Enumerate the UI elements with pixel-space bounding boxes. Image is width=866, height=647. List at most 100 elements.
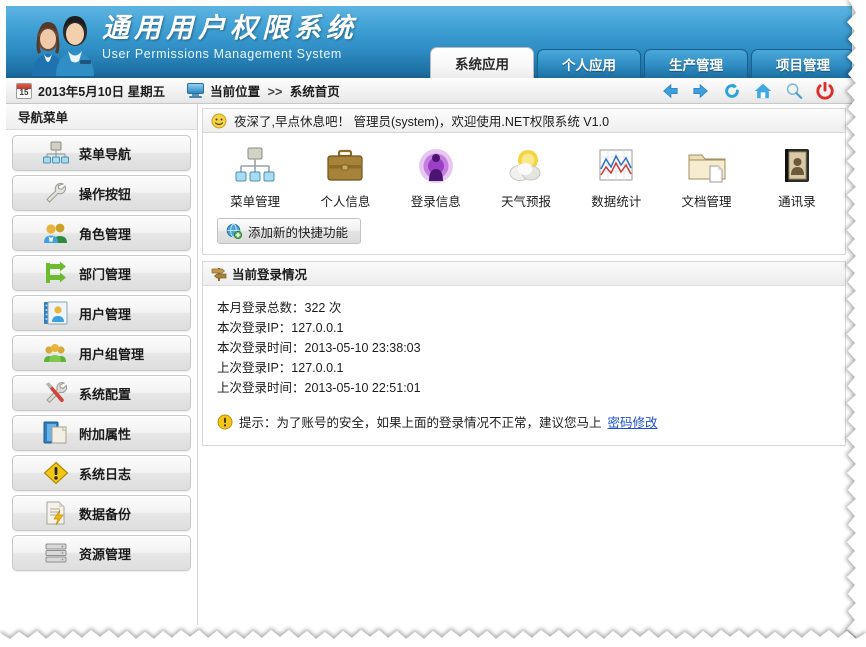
sidebar-item-label: 操作按钮: [79, 184, 131, 203]
sidebar-item-label: 用户组管理: [79, 344, 144, 363]
tab-system-apps[interactable]: 系统应用: [430, 47, 534, 78]
shortcut-data-stats[interactable]: 数据统计: [574, 145, 658, 210]
line-chart-icon: [574, 145, 658, 187]
blue-book-page-icon: [41, 420, 71, 446]
shortcut-personal-info[interactable]: 个人信息: [303, 145, 387, 210]
calendar-icon: 15: [16, 83, 32, 99]
sidebar-item-action-buttons[interactable]: 操作按钮: [12, 175, 191, 211]
nav-tabs: 系统应用 个人应用 生产管理 项目管理: [430, 47, 852, 78]
shortcut-doc-mgmt[interactable]: 文档管理: [664, 145, 748, 210]
sidebar-item-label: 菜单导航: [79, 144, 131, 163]
tab-personal-apps[interactable]: 个人应用: [537, 49, 641, 78]
forward-arrow-icon[interactable]: [692, 82, 710, 100]
sitemap-icon: [41, 140, 71, 166]
sidebar-item-resource-mgmt[interactable]: 资源管理: [12, 535, 191, 571]
add-shortcut-label: 添加新的快捷功能: [248, 222, 348, 241]
sidebar-item-data-backup[interactable]: 数据备份: [12, 495, 191, 531]
person-broadcast-icon: [394, 145, 478, 187]
shortcut-panel: 菜单管理 个人信息: [202, 133, 846, 255]
current-date: 2013年5月10日 星期五: [38, 81, 165, 100]
shortcut-label: 登录信息: [394, 191, 478, 210]
main-content: 夜深了,早点休息吧！ 管理员(system)，欢迎使用.NET权限系统 V1.0: [198, 104, 852, 625]
folder-document-icon: [664, 145, 748, 187]
wrench-icon: [41, 180, 71, 206]
login-info-line: 上次登录IP：127.0.0.1: [217, 358, 845, 378]
sidebar-item-dept-mgmt[interactable]: 部门管理: [12, 255, 191, 291]
login-info-line: 上次登录时间：2013-05-10 22:51:01: [217, 378, 845, 398]
sidebar-item-system-config[interactable]: 系统配置: [12, 375, 191, 411]
home-icon[interactable]: [754, 82, 772, 100]
shortcut-label: 菜单管理: [213, 191, 297, 210]
app-window: 通用用户权限系统 User Permissions Management Sys…: [6, 6, 852, 626]
wrench-screwdriver-icon: [41, 380, 71, 406]
two-users-avatar-icon: [18, 8, 104, 78]
tab-production-mgmt[interactable]: 生产管理: [644, 49, 748, 78]
change-password-link[interactable]: 密码修改: [608, 412, 658, 431]
signpost-icon: [211, 266, 227, 282]
shortcut-label: 个人信息: [303, 191, 387, 210]
shortcut-label: 数据统计: [574, 191, 658, 210]
sidebar-item-role-mgmt[interactable]: 角色管理: [12, 215, 191, 251]
shortcut-weather[interactable]: 天气预报: [484, 145, 568, 210]
brand-title: 通用用户权限系统: [102, 12, 358, 46]
refresh-icon[interactable]: [723, 82, 741, 100]
shortcut-address-book[interactable]: 通讯录: [755, 145, 839, 210]
user-group-green-icon: [41, 340, 71, 366]
login-info-line: 本次登录时间：2013-05-10 23:38:03: [217, 338, 845, 358]
sidebar-item-extra-attributes[interactable]: 附加属性: [12, 415, 191, 451]
sidebar: 导航菜单: [6, 104, 198, 625]
globe-add-icon: [226, 223, 242, 239]
shortcut-list: 菜单管理 个人信息: [203, 133, 845, 216]
smiley-face-icon: [211, 113, 227, 129]
tab-project-mgmt[interactable]: 项目管理: [751, 49, 852, 78]
add-shortcut-button[interactable]: 添加新的快捷功能: [217, 218, 361, 244]
login-status-header: 当前登录情况: [203, 262, 845, 286]
page-root: 通用用户权限系统 User Permissions Management Sys…: [0, 0, 866, 647]
shortcut-label: 天气预报: [484, 191, 568, 210]
sidebar-item-label: 系统配置: [79, 384, 131, 403]
warning-diamond-icon: [41, 460, 71, 486]
login-status-body: 本月登录总数：322 次 本次登录IP：127.0.0.1 本次登录时间：201…: [203, 286, 845, 445]
shortcut-label: 通讯录: [755, 191, 839, 210]
sidebar-item-label: 数据备份: [79, 504, 131, 523]
sidebar-list: 菜单导航 操作按钮: [6, 130, 197, 571]
briefcase-icon: [303, 145, 387, 187]
breadcrumb-label: 当前位置: [210, 85, 260, 99]
sidebar-item-label: 部门管理: [79, 264, 131, 283]
tab-label: 生产管理: [669, 54, 723, 74]
calendar-day: 15: [17, 88, 31, 98]
sidebar-item-label: 用户管理: [79, 304, 131, 323]
welcome-text: 夜深了,早点休息吧！ 管理员(system)，欢迎使用.NET权限系统 V1.0: [234, 111, 609, 130]
weather-sun-cloud-icon: [484, 145, 568, 187]
breadcrumb: 当前位置 >> 系统首页: [210, 81, 340, 100]
login-status-title: 当前登录情况: [232, 264, 307, 283]
sidebar-item-user-mgmt[interactable]: 用户管理: [12, 295, 191, 331]
brand-subtitle: User Permissions Management System: [102, 47, 358, 61]
sidebar-item-label: 系统日志: [79, 464, 131, 483]
brand: 通用用户权限系统 User Permissions Management Sys…: [102, 12, 358, 61]
sidebar-item-label: 角色管理: [79, 224, 131, 243]
sidebar-item-label: 附加属性: [79, 424, 131, 443]
sidebar-item-usergroup-mgmt[interactable]: 用户组管理: [12, 335, 191, 371]
warning-circle-icon: [217, 414, 233, 430]
power-off-icon[interactable]: [816, 82, 834, 100]
login-info-line: 本次登录IP：127.0.0.1: [217, 318, 845, 338]
toolbar: 15 2013年5月10日 星期五 当前位置 >> 系统首页: [6, 78, 852, 104]
add-shortcut-row: 添加新的快捷功能: [203, 216, 845, 254]
users-group-icon: [41, 220, 71, 246]
security-tip: 提示：为了账号的安全，如果上面的登录情况不正常，建议您马上 密码修改: [217, 412, 845, 431]
database-stack-icon: [41, 540, 71, 566]
breadcrumb-current: 系统首页: [290, 85, 340, 99]
shortcut-login-info[interactable]: 登录信息: [394, 145, 478, 210]
back-arrow-icon[interactable]: [661, 82, 679, 100]
toolbar-icons: [661, 78, 834, 104]
login-status-section: 当前登录情况 本月登录总数：322 次 本次登录IP：127.0.0.1 本次登…: [202, 261, 846, 446]
logo: [18, 8, 104, 78]
body: 导航菜单: [6, 104, 852, 625]
welcome-bar: 夜深了,早点休息吧！ 管理员(system)，欢迎使用.NET权限系统 V1.0: [202, 108, 846, 133]
shortcut-menu-mgmt[interactable]: 菜单管理: [213, 145, 297, 210]
shortcut-label: 文档管理: [664, 191, 748, 210]
search-icon[interactable]: [785, 82, 803, 100]
sidebar-item-menu-nav[interactable]: 菜单导航: [12, 135, 191, 171]
sidebar-item-system-log[interactable]: 系统日志: [12, 455, 191, 491]
